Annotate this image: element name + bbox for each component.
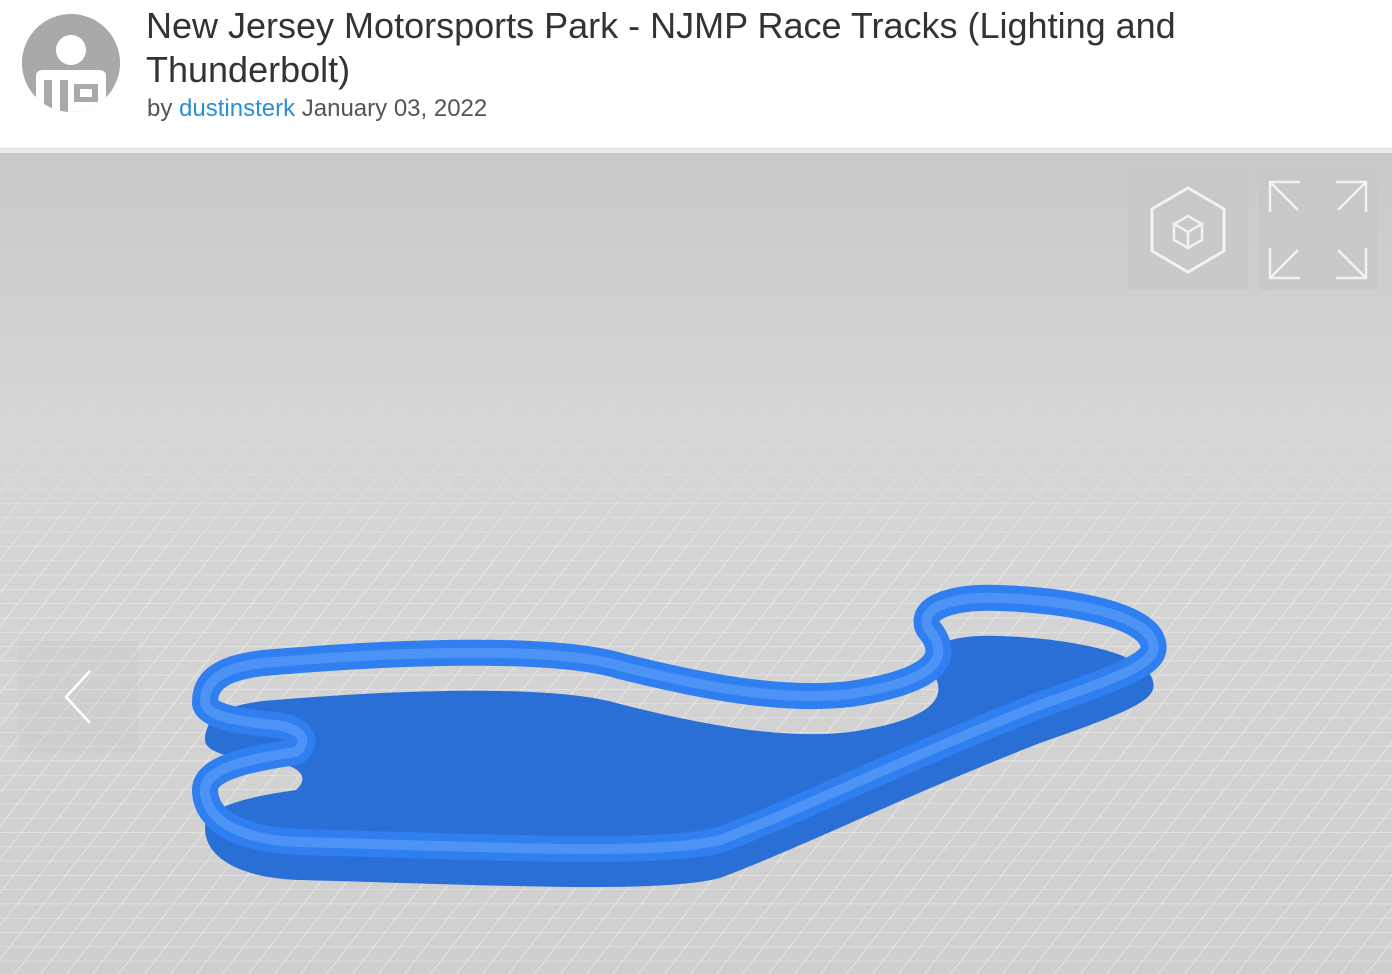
cube-icon [1150, 186, 1226, 274]
author-avatar[interactable] [22, 14, 120, 112]
thing-header: New Jersey Motorsports Park - NJMP Race … [0, 0, 1392, 148]
expand-icon [1268, 180, 1368, 280]
fullscreen-button[interactable] [1258, 170, 1378, 290]
3d-view-toggle-button[interactable] [1128, 170, 1248, 290]
3d-model-viewer[interactable] [0, 153, 1392, 974]
byline: by dustinsterk January 03, 2022 [147, 94, 487, 124]
previous-image-button[interactable] [18, 641, 138, 753]
author-link[interactable]: dustinsterk [179, 95, 295, 122]
default-avatar-icon [22, 14, 120, 112]
by-label: by [147, 95, 173, 122]
publish-date: January 03, 2022 [301, 95, 488, 122]
chevron-left-icon [64, 670, 91, 724]
page-title: New Jersey Motorsports Park - NJMP Race … [146, 5, 1176, 90]
